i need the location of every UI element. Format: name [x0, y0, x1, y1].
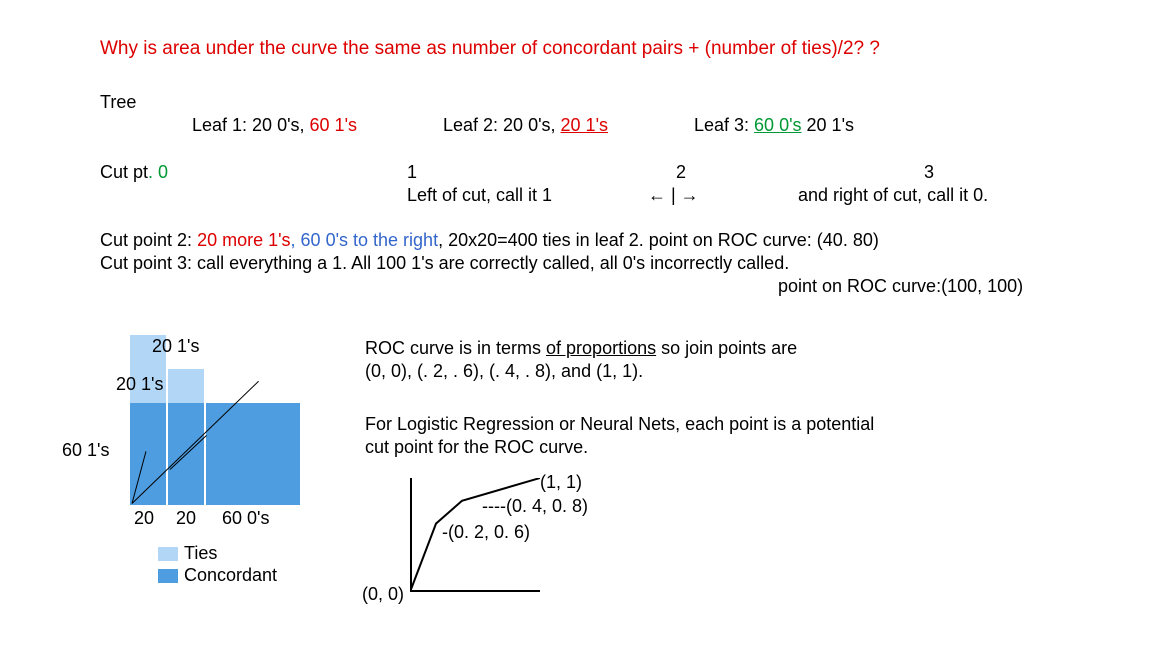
legend-ties-label: Ties — [184, 543, 217, 563]
para-cut2-b: 20 more 1's — [197, 230, 290, 250]
para-cut2: Cut point 2: 20 more 1's, 60 0's to the … — [100, 230, 879, 251]
cut-num-3: 3 — [924, 162, 934, 183]
concordance-diagram — [130, 335, 298, 505]
para-cut2-c: , 60 0's to the right — [291, 230, 439, 250]
leaf3-black: Leaf 3: — [694, 115, 754, 135]
legend-conc-label: Concordant — [184, 565, 277, 585]
right-p1c: so join points are — [656, 338, 797, 358]
diag-lbl-20a: 20 1's — [152, 336, 199, 357]
slide-title: Why is area under the curve the same as … — [100, 38, 880, 60]
para-cut2-a: Cut point 2: — [100, 230, 197, 250]
cut-num-2: 2 — [676, 162, 686, 183]
para-cut3: Cut point 3: call everything a 1. All 10… — [100, 253, 789, 274]
diag-x-60: 60 0's — [222, 508, 269, 529]
roc-lbl-26: -(0. 2, 0. 6) — [442, 522, 530, 543]
slide: Why is area under the curve the same as … — [0, 0, 1152, 648]
leaf1: Leaf 1: 20 0's, 60 1's — [192, 115, 357, 136]
cut-text-2: ← | → — [648, 185, 699, 206]
roc-lbl-48: ----(0. 4, 0. 8) — [482, 496, 588, 517]
leaf1-black: Leaf 1: 20 0's, — [192, 115, 310, 135]
leaf2: Leaf 2: 20 0's, 20 1's — [443, 115, 608, 136]
legend: Ties Concordant — [158, 542, 277, 586]
para-cut2-d: , 20x20=400 ties in leaf 2. point on ROC… — [438, 230, 879, 250]
right-p2: (0, 0), (. 2, . 6), (. 4, . 8), and (1, … — [365, 361, 643, 382]
right-p3: For Logistic Regression or Neural Nets, … — [365, 414, 874, 435]
cut-pt-black: Cut pt — [100, 162, 148, 182]
tree-label: Tree — [100, 92, 136, 113]
cut-pt-green: . 0 — [148, 162, 168, 182]
right-p1a: ROC curve is in terms — [365, 338, 546, 358]
roc-lbl-00: (0, 0) — [362, 584, 404, 605]
right-p1b: of proportions — [546, 338, 656, 358]
leaf2-red: 20 1's — [561, 115, 608, 135]
diag-lbl-20b: 20 1's — [116, 374, 163, 395]
leaf3-green: 60 0's — [754, 115, 801, 135]
cut-text-1: Left of cut, call it 1 — [407, 185, 552, 206]
leaf3-rest: 20 1's — [802, 115, 854, 135]
cut-pt: Cut pt. 0 — [100, 162, 168, 183]
para-cut3b: point on ROC curve:(100, 100) — [778, 276, 1023, 297]
cut-text-3: and right of cut, call it 0. — [798, 185, 988, 206]
diag-lbl-60: 60 1's — [62, 440, 109, 461]
leaf1-red: 60 1's — [310, 115, 357, 135]
leaf2-black: Leaf 2: 20 0's, — [443, 115, 561, 135]
cut-num-1: 1 — [407, 162, 417, 183]
diag-x-20b: 20 — [176, 508, 196, 529]
right-p4: cut point for the ROC curve. — [365, 437, 588, 458]
roc-lbl-11: (1, 1) — [540, 472, 582, 493]
leaf3: Leaf 3: 60 0's 20 1's — [694, 115, 854, 136]
legend-swatch-ties — [158, 547, 178, 561]
legend-swatch-conc — [158, 569, 178, 583]
right-p1: ROC curve is in terms of proportions so … — [365, 338, 797, 359]
diag-x-20a: 20 — [134, 508, 154, 529]
